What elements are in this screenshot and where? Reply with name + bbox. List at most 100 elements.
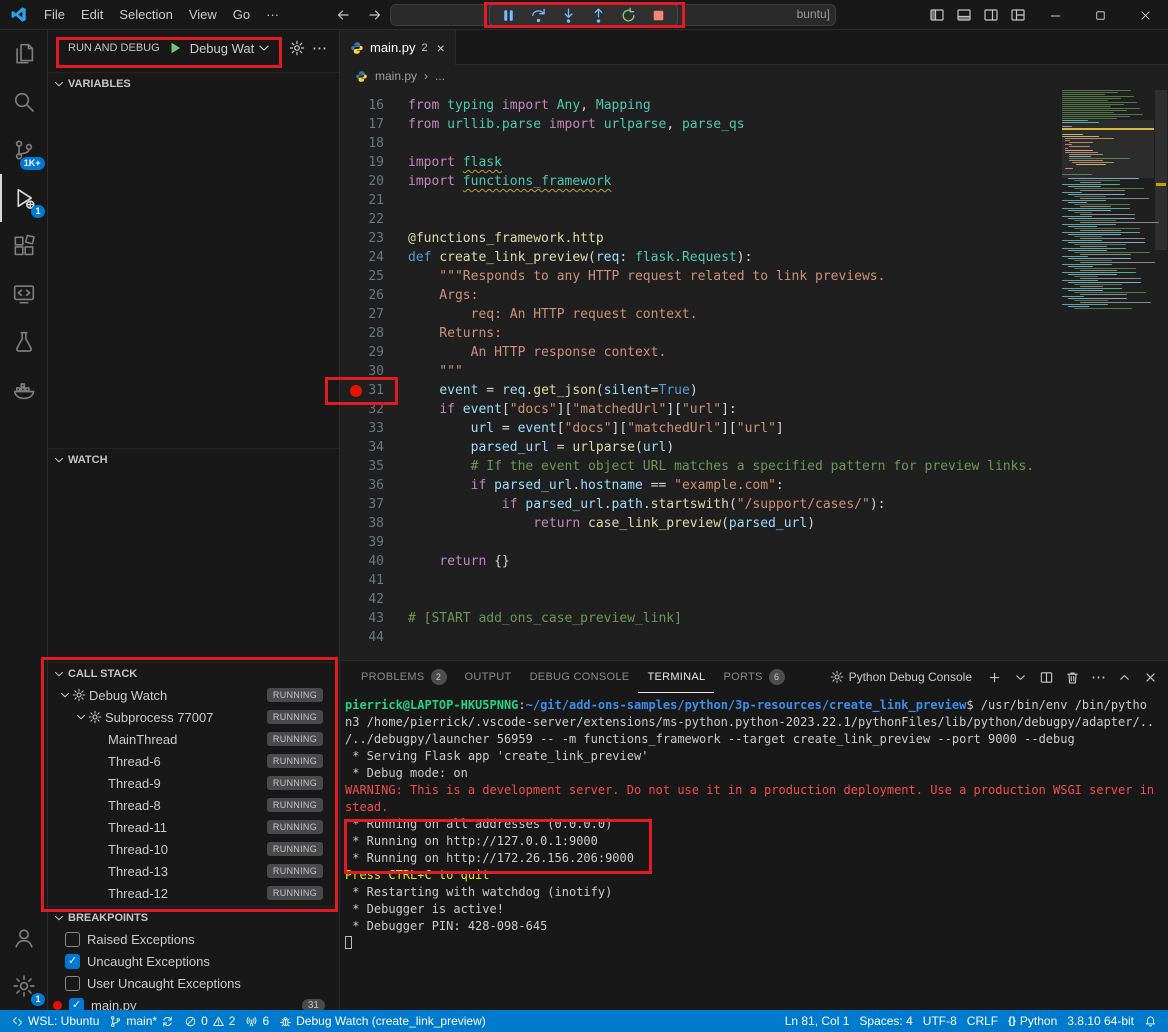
gutter[interactable]: 37	[340, 495, 408, 514]
gutter[interactable]: 16	[340, 96, 408, 115]
code-line[interactable]: 40 return {}	[340, 552, 1168, 571]
language-mode[interactable]: {}Python	[1003, 1010, 1062, 1032]
code-line[interactable]: 37 if parsed_url.path.startswith("/suppo…	[340, 495, 1168, 514]
gutter[interactable]: 40	[340, 552, 408, 571]
activity-search[interactable]	[0, 78, 48, 126]
activity-extensions[interactable]	[0, 222, 48, 270]
close-panel-button[interactable]	[1143, 670, 1158, 685]
terminal-process-selector[interactable]: Python Debug Console	[830, 670, 972, 684]
toggle-primary-sidebar-button[interactable]	[929, 7, 945, 23]
code-line[interactable]: 34 parsed_url = urlparse(url)	[340, 438, 1168, 457]
tab-close-button[interactable]: ×	[437, 40, 445, 56]
encoding[interactable]: UTF-8	[918, 1010, 962, 1032]
problems-status[interactable]: 02	[179, 1010, 240, 1032]
activity-accounts[interactable]	[0, 914, 48, 962]
code-line[interactable]: 20import functions_framework	[340, 172, 1168, 191]
code-line[interactable]: 38 return case_link_preview(parsed_url)	[340, 514, 1168, 533]
close-button[interactable]	[1123, 0, 1168, 30]
activity-settings[interactable]: 1	[0, 962, 48, 1010]
code-line[interactable]: 29 An HTTP response context.	[340, 343, 1168, 362]
gutter[interactable]: 41	[340, 571, 408, 590]
call-stack-item[interactable]: MainThreadRUNNING	[48, 728, 339, 750]
gutter[interactable]: 29	[340, 343, 408, 362]
code-line[interactable]: 43# [START add_ons_case_preview_link]	[340, 609, 1168, 628]
code-line[interactable]: 25 """Responds to any HTTP request relat…	[340, 267, 1168, 286]
code-line[interactable]: 27 req: An HTTP request context.	[340, 305, 1168, 324]
cursor-position[interactable]: Ln 81, Col 1	[780, 1010, 855, 1032]
menubar-more[interactable]: ···	[258, 3, 287, 26]
gutter[interactable]: 42	[340, 590, 408, 609]
eol[interactable]: CRLF	[962, 1010, 1003, 1032]
breakpoint-item[interactable]: User Uncaught Exceptions	[48, 972, 339, 994]
split-terminal-button[interactable]	[1039, 670, 1054, 685]
panel-tab-problems[interactable]: PROBLEMS2	[352, 661, 456, 693]
debug-config-dropdown[interactable]: Debug Wat	[190, 40, 273, 56]
code-line[interactable]: 30 """	[340, 362, 1168, 381]
indentation[interactable]: Spaces: 4	[854, 1010, 917, 1032]
start-debug-button[interactable]	[167, 40, 183, 56]
notifications-bell[interactable]	[1139, 1010, 1162, 1032]
gutter[interactable]: 17	[340, 115, 408, 134]
breadcrumb-more[interactable]: ...	[435, 69, 445, 83]
gutter[interactable]: 28	[340, 324, 408, 343]
activity-source-control[interactable]: 1K+	[0, 126, 48, 174]
gutter[interactable]: 21	[340, 191, 408, 210]
code-line[interactable]: 28 Returns:	[340, 324, 1168, 343]
gutter[interactable]: 30	[340, 362, 408, 381]
breakpoint-checkbox[interactable]	[65, 954, 80, 969]
gutter[interactable]: 33	[340, 419, 408, 438]
breadcrumb[interactable]: main.py › ...	[340, 65, 1168, 87]
more-actions-button[interactable]: ⋯	[1091, 670, 1106, 685]
scrollbar-thumb[interactable]	[1155, 90, 1167, 250]
activity-testing[interactable]	[0, 318, 48, 366]
activity-docker[interactable]	[0, 366, 48, 414]
maximize-panel-button[interactable]	[1117, 670, 1132, 685]
gutter[interactable]: 18	[340, 134, 408, 153]
back-icon[interactable]	[335, 7, 351, 23]
gutter[interactable]: 38	[340, 514, 408, 533]
activity-run-and-debug[interactable]: 1	[0, 174, 48, 222]
gutter[interactable]: 20	[340, 172, 408, 191]
breakpoint-item[interactable]: Raised Exceptions	[48, 928, 339, 950]
code-line[interactable]: 32 if event["docs"]["matchedUrl"]["url"]…	[340, 400, 1168, 419]
code-line[interactable]: 33 url = event["docs"]["matchedUrl"]["ur…	[340, 419, 1168, 438]
customize-layout-button[interactable]	[1010, 7, 1026, 23]
call-stack-section-header[interactable]: CALL STACK	[48, 662, 339, 684]
code-line[interactable]: 21	[340, 191, 1168, 210]
terminal-dropdown-button[interactable]	[1013, 670, 1028, 685]
toggle-panel-button[interactable]	[956, 7, 972, 23]
menu-selection[interactable]: Selection	[111, 3, 180, 26]
gutter[interactable]: 44	[340, 628, 408, 647]
breakpoint-checkbox[interactable]	[65, 976, 80, 991]
minimize-button[interactable]	[1033, 0, 1078, 30]
code-line[interactable]: 23@functions_framework.http	[340, 229, 1168, 248]
menu-go[interactable]: Go	[225, 3, 258, 26]
call-stack-item[interactable]: Subprocess 77007RUNNING	[48, 706, 339, 728]
code-line[interactable]: 24def create_link_preview(req: flask.Req…	[340, 248, 1168, 267]
step-out-button[interactable]	[584, 4, 613, 26]
panel-tab-output[interactable]: OUTPUT	[456, 661, 521, 693]
panel-tab-ports[interactable]: PORTS6	[714, 661, 793, 693]
terminal-output[interactable]: pierrick@LAPTOP-HKU5PNNG:~/git/add-ons-s…	[345, 697, 1160, 1006]
menu-edit[interactable]: Edit	[73, 3, 111, 26]
code-line[interactable]: 18	[340, 134, 1168, 153]
code-line[interactable]: 16from typing import Any, Mapping	[340, 96, 1168, 115]
forwarded-ports[interactable]: 6	[240, 1010, 274, 1032]
toggle-secondary-sidebar-button[interactable]	[983, 7, 999, 23]
menu-view[interactable]: View	[181, 3, 225, 26]
python-interpreter[interactable]: 3.8.10 64-bit	[1062, 1010, 1139, 1032]
gutter[interactable]: 34	[340, 438, 408, 457]
gutter[interactable]: 27	[340, 305, 408, 324]
gutter[interactable]: 35	[340, 457, 408, 476]
code-line[interactable]: 17from urllib.parse import urlparse, par…	[340, 115, 1168, 134]
code-line[interactable]: 42	[340, 590, 1168, 609]
breadcrumb-file[interactable]: main.py	[375, 69, 417, 83]
call-stack-item[interactable]: Thread-10RUNNING	[48, 838, 339, 860]
code-line[interactable]: 31 event = req.get_json(silent=True)	[340, 381, 1168, 400]
call-stack-item[interactable]: Thread-9RUNNING	[48, 772, 339, 794]
step-over-button[interactable]	[524, 4, 553, 26]
step-into-button[interactable]	[554, 4, 583, 26]
code-line[interactable]: 26 Args:	[340, 286, 1168, 305]
call-stack-item[interactable]: Thread-12RUNNING	[48, 882, 339, 904]
maximize-button[interactable]	[1078, 0, 1123, 30]
